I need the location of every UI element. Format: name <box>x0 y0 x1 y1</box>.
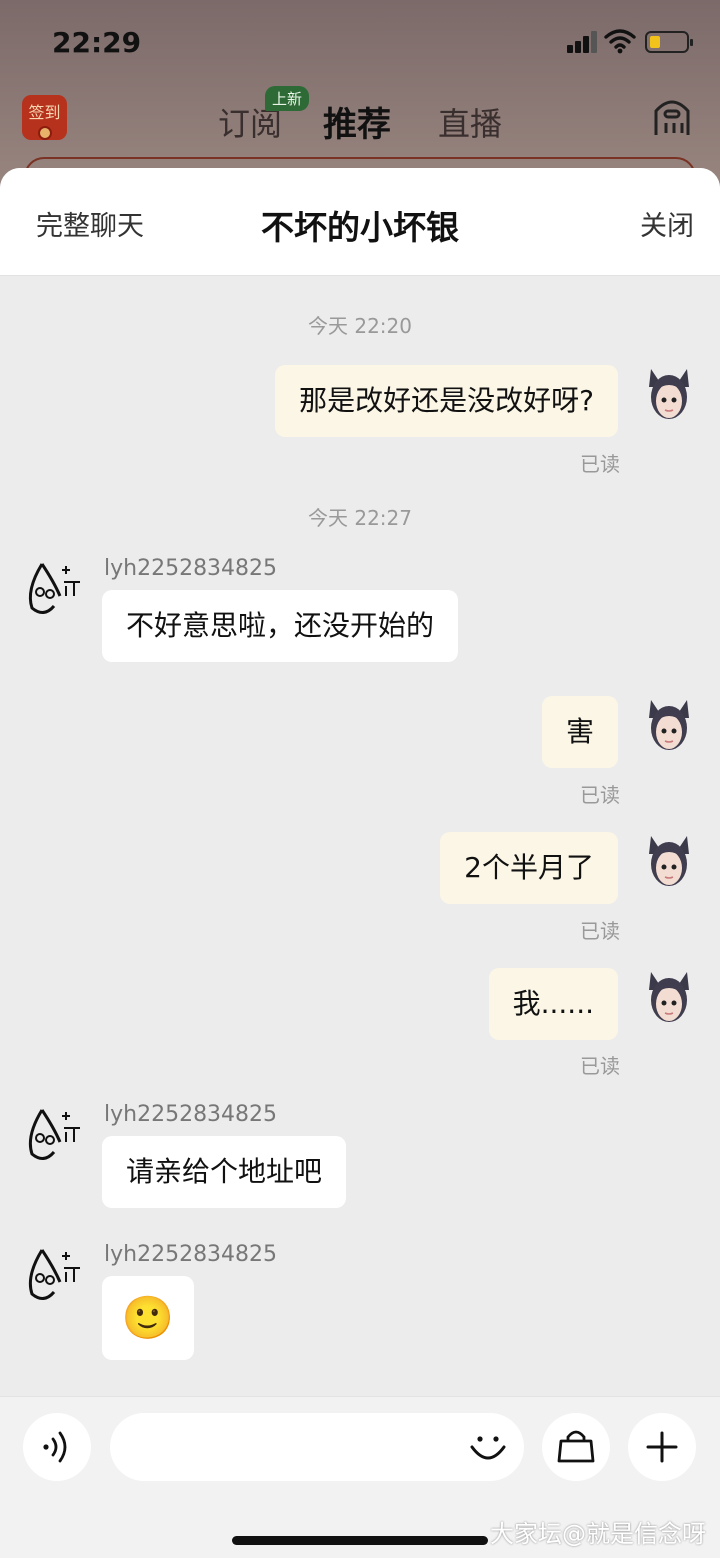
read-status: 已读 <box>580 919 620 943</box>
tab-live[interactable]: 直播 <box>438 99 502 145</box>
read-status: 已读 <box>580 783 620 807</box>
home-indicator <box>232 1536 488 1545</box>
more-button[interactable] <box>628 1413 696 1481</box>
close-button[interactable]: 关闭 <box>640 204 694 243</box>
message-input[interactable] <box>110 1413 524 1481</box>
user-avatar[interactable] <box>643 696 695 756</box>
read-status: 已读 <box>580 452 620 476</box>
wifi-icon <box>604 29 636 54</box>
user-avatar[interactable] <box>643 832 695 892</box>
sender-name: lyh2252834825 <box>104 556 278 581</box>
plus-icon <box>646 1431 678 1463</box>
cellular-signal-icon <box>567 31 597 53</box>
chat-sheet: 完整聊天 不坏的小坏银 关闭 今天 22:20 那是改好还是没改好呀? 已读 今… <box>0 168 720 1558</box>
user-avatar[interactable] <box>643 365 695 425</box>
message-bubble-mine[interactable]: 2个半月了 <box>440 832 618 904</box>
watermark: 大家坛@就是信念呀 <box>490 1520 706 1548</box>
voice-icon <box>43 1431 67 1463</box>
message-bubble-other[interactable]: 不好意思啦，还没开始的 <box>102 590 459 662</box>
message-bubble-mine[interactable]: 那是改好还是没改好呀? <box>275 365 618 437</box>
emoji-message-bubble[interactable]: 🙂 <box>102 1276 194 1360</box>
chat-title: 不坏的小坏银 <box>261 208 459 247</box>
chat-header: 完整聊天 不坏的小坏银 关闭 <box>0 168 720 276</box>
contact-avatar[interactable] <box>22 1242 88 1308</box>
shopping-bag-icon <box>557 1430 595 1463</box>
store-icon[interactable] <box>652 97 692 137</box>
battery-level <box>650 36 660 48</box>
sender-name: lyh2252834825 <box>104 1242 278 1267</box>
message-bubble-other[interactable]: 请亲给个地址吧 <box>102 1136 347 1208</box>
read-status: 已读 <box>580 1054 620 1078</box>
status-bar: 22:29 <box>0 0 720 86</box>
voice-button[interactable] <box>23 1413 91 1481</box>
shop-button[interactable] <box>542 1413 610 1481</box>
emoji-icon[interactable] <box>468 1427 508 1467</box>
sender-name: lyh2252834825 <box>104 1102 278 1127</box>
contact-avatar[interactable] <box>22 1102 88 1168</box>
message-bubble-mine[interactable]: 我...... <box>488 968 618 1040</box>
time-separator: 今天 22:27 <box>308 506 412 530</box>
status-time: 22:29 <box>52 26 142 59</box>
top-tabs: 订阅 推荐 直播 <box>0 95 720 145</box>
message-bubble-mine[interactable]: 害 <box>541 696 618 768</box>
user-avatar[interactable] <box>643 968 695 1028</box>
time-separator: 今天 22:20 <box>308 314 412 338</box>
new-badge: 上新 <box>265 86 310 111</box>
contact-avatar[interactable] <box>22 556 88 622</box>
battery-icon <box>645 31 693 53</box>
tab-recommend[interactable]: 推荐 <box>323 97 391 146</box>
